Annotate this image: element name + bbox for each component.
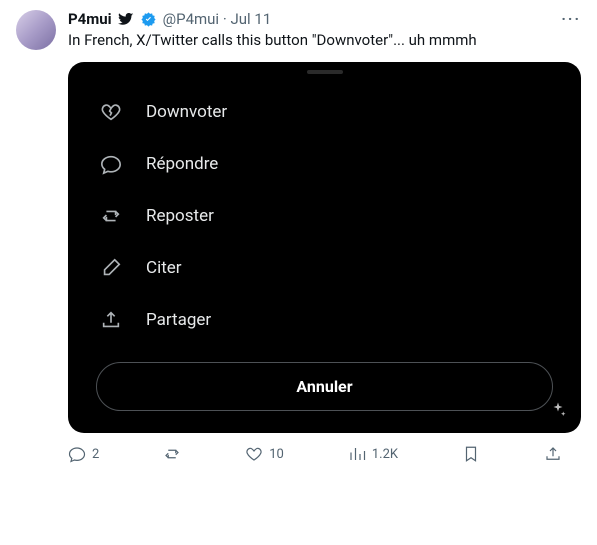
bookmark-action[interactable]: [462, 445, 480, 463]
tweet-date: Jul 11: [230, 10, 271, 28]
action-sheet-menu: Downvoter Répondre Reposter: [96, 88, 553, 344]
view-count: 1.2K: [372, 447, 398, 462]
verified-badge-icon: [140, 11, 157, 28]
tweet-header: P4mui @P4mui · Jul 11 ···: [68, 10, 581, 28]
menu-item-label: Downvoter: [146, 102, 227, 122]
share-action[interactable]: [544, 445, 562, 463]
tweet-text: In French, X/Twitter calls this button "…: [68, 30, 581, 50]
reply-icon: [100, 153, 122, 175]
repost-action[interactable]: [163, 445, 181, 463]
tweet-content: P4mui @P4mui · Jul 11 ··· In French, X/T…: [68, 10, 581, 463]
reply-action[interactable]: 2: [68, 445, 99, 463]
like-count: 10: [269, 447, 284, 462]
sparkle-icon: [549, 401, 567, 419]
menu-item-share[interactable]: Partager: [96, 296, 553, 344]
menu-item-repost[interactable]: Reposter: [96, 192, 553, 240]
repost-icon: [100, 205, 122, 227]
author-display-name[interactable]: P4mui: [68, 10, 112, 28]
menu-item-downvote[interactable]: Downvoter: [96, 88, 553, 136]
views-action[interactable]: 1.2K: [348, 445, 398, 463]
menu-item-label: Citer: [146, 258, 182, 278]
avatar[interactable]: [16, 10, 56, 50]
tweet-actions: 2 10 1.2K: [68, 445, 568, 463]
menu-item-quote[interactable]: Citer: [96, 244, 553, 292]
dot-separator: ·: [223, 10, 227, 28]
reply-count: 2: [92, 447, 99, 462]
quote-icon: [100, 257, 122, 279]
menu-item-label: Partager: [146, 310, 211, 330]
embedded-screenshot[interactable]: Downvoter Répondre Reposter: [68, 62, 581, 433]
share-icon: [100, 309, 122, 331]
twitter-bird-icon: [118, 11, 134, 27]
author-handle-date[interactable]: @P4mui · Jul 11: [163, 10, 272, 28]
menu-item-label: Répondre: [146, 154, 218, 174]
cancel-button[interactable]: Annuler: [96, 362, 553, 411]
author-handle: @P4mui: [163, 10, 219, 28]
more-button[interactable]: ···: [561, 10, 581, 28]
broken-heart-icon: [100, 101, 122, 123]
tweet: P4mui @P4mui · Jul 11 ··· In French, X/T…: [16, 10, 581, 463]
menu-item-label: Reposter: [146, 206, 214, 226]
menu-item-reply[interactable]: Répondre: [96, 140, 553, 188]
like-action[interactable]: 10: [245, 445, 284, 463]
sheet-handle: [307, 70, 343, 74]
